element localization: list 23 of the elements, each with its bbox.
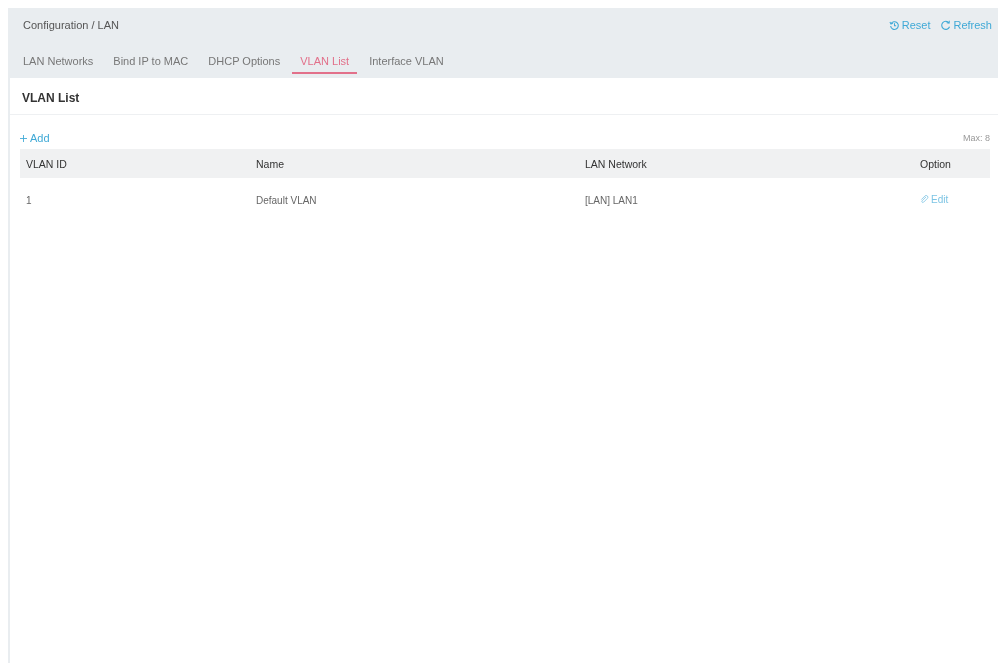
plus-icon [20, 134, 27, 142]
add-button[interactable]: Add [20, 132, 50, 144]
tab[interactable]: Bind IP to MAC [105, 53, 197, 74]
column-header: LAN Network [585, 157, 648, 170]
tab[interactable]: LAN Networks [15, 53, 102, 74]
paperclip-icon [920, 195, 929, 204]
tab[interactable]: Interface VLAN [361, 53, 452, 74]
column-header: Option [920, 157, 952, 170]
table-cell-text: Default VLAN [256, 194, 318, 206]
tab[interactable]: VLAN List [292, 53, 358, 74]
refresh-icon [940, 19, 952, 31]
column-header: VLAN ID [25, 157, 68, 170]
edit-link[interactable]: Edit [920, 194, 949, 205]
table-cell-text: [LAN] LAN1 [585, 194, 639, 206]
reset-button[interactable]: Reset [888, 19, 931, 31]
breadcrumb: Configuration / LAN [23, 19, 119, 31]
tab[interactable]: DHCP Options [200, 53, 289, 74]
column-header: Name [256, 157, 285, 170]
panel-title: VLAN List [22, 91, 80, 105]
table-cell-text: 1 [25, 194, 33, 206]
refresh-button[interactable]: Refresh [940, 19, 992, 31]
reset-icon [888, 19, 900, 31]
max-count: Max: 8 [963, 133, 990, 143]
